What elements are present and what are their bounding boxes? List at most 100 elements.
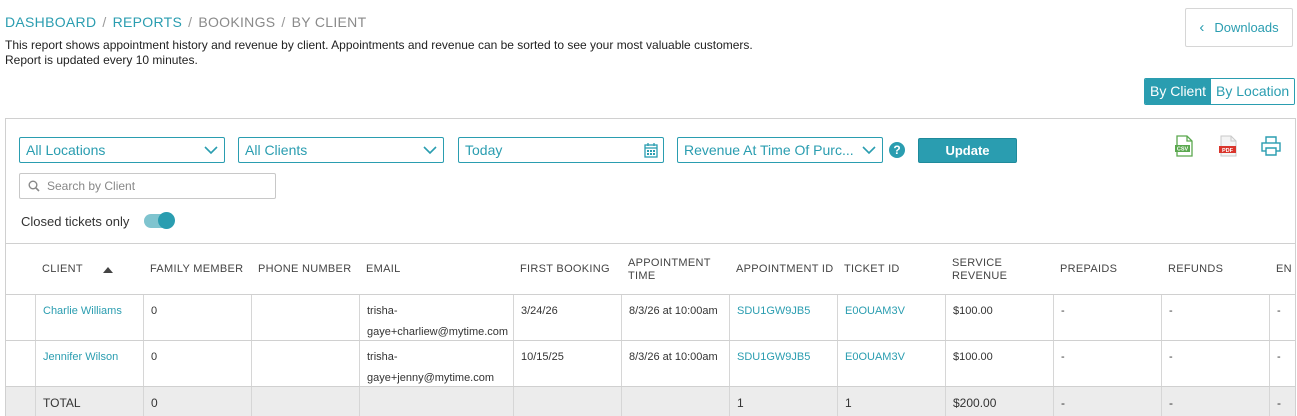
row-spacer-cell [6, 387, 35, 416]
client-name-link[interactable]: Charlie Williams [35, 295, 143, 340]
refunds-cell: - [1161, 341, 1269, 386]
locations-select-value: All Locations [26, 142, 106, 158]
sort-ascending-icon[interactable] [102, 266, 113, 273]
column-header-label: SERVICE [952, 256, 1003, 269]
pdf-export-icon[interactable]: PDF [1217, 135, 1239, 157]
table-total-row: TOTAL 0 1 1 $200.00 - - - [6, 387, 1295, 416]
downloads-button[interactable]: ‹ Downloads [1185, 8, 1293, 47]
by-client-toggle[interactable]: By Client [1145, 79, 1212, 104]
chevron-down-icon [423, 146, 437, 155]
report-panel: All Locations All Clients Today Revenue … [5, 118, 1296, 416]
phone-cell [251, 341, 359, 386]
update-button[interactable]: Update [918, 138, 1017, 163]
column-header-phone[interactable]: PHONE NUMBER [258, 244, 351, 295]
total-email [359, 387, 513, 416]
service-revenue-cell: $100.00 [945, 295, 1053, 340]
ticket-id-link[interactable]: E0OUAM3V [837, 295, 945, 340]
description-line-1: This report shows appointment history an… [5, 38, 753, 52]
svg-text:CSV: CSV [1177, 147, 1189, 153]
breadcrumb-dashboard[interactable]: DASHBOARD [5, 14, 96, 30]
description-line-2: Report is updated every 10 minutes. [5, 53, 198, 67]
column-header-label: REVENUE [952, 269, 1008, 282]
email-line: trisha- [367, 305, 398, 317]
locations-select[interactable]: All Locations [19, 137, 225, 163]
total-next: - [1269, 387, 1295, 416]
column-header-appointment-time[interactable]: APPOINTMENT TIME [628, 244, 711, 295]
total-phone [251, 387, 359, 416]
table-header: CLIENT FAMILY MEMBER PHONE NUMBER EMAIL … [6, 244, 1295, 295]
column-header-next[interactable]: EN [1276, 244, 1292, 295]
search-icon [28, 180, 40, 192]
family-member-cell: 0 [143, 341, 251, 386]
prepaids-cell: - [1053, 295, 1161, 340]
next-cell: - [1269, 295, 1295, 340]
column-header-client[interactable]: CLIENT [42, 244, 113, 295]
family-member-cell: 0 [143, 295, 251, 340]
column-header-first-booking[interactable]: FIRST BOOKING [520, 244, 610, 295]
closed-tickets-switch[interactable] [144, 212, 175, 229]
client-search-input[interactable]: Search by Client [19, 173, 276, 199]
column-header-label: APPOINTMENT [628, 256, 711, 269]
closed-tickets-label: Closed tickets only [21, 214, 130, 229]
appointment-time-cell: 8/3/26 at 10:00am [621, 341, 729, 386]
print-icon[interactable] [1260, 135, 1282, 157]
breadcrumb-bookings: BOOKINGS [198, 14, 276, 30]
ticket-id-link[interactable]: E0OUAM3V [837, 341, 945, 386]
clients-select[interactable]: All Clients [238, 137, 444, 163]
report-description: This report shows appointment history an… [5, 38, 753, 68]
prepaids-cell: - [1053, 341, 1161, 386]
total-appointment-id: 1 [729, 387, 837, 416]
email-line: gaye+charliew@mytime.com [367, 326, 509, 338]
appointment-time-cell: 8/3/26 at 10:00am [621, 295, 729, 340]
total-refunds: - [1161, 387, 1269, 416]
clients-select-value: All Clients [245, 142, 308, 158]
view-toggle: By Client By Location [1144, 78, 1296, 105]
total-prepaids: - [1053, 387, 1161, 416]
downloads-label: Downloads [1214, 20, 1279, 35]
revenue-mode-select-value: Revenue At Time Of Purc... [684, 142, 854, 158]
first-booking-cell: 3/24/26 [513, 295, 621, 340]
breadcrumb: DASHBOARD / REPORTS / BOOKINGS / BY CLIENT [5, 14, 366, 30]
help-icon[interactable]: ? [889, 142, 905, 158]
column-header-appointment-id[interactable]: APPOINTMENT ID [736, 244, 834, 295]
column-header-label: TIME [628, 269, 656, 282]
chevron-down-icon [204, 146, 218, 155]
column-header-label: CLIENT [42, 263, 83, 275]
appointment-id-link[interactable]: SDU1GW9JB5 [729, 341, 837, 386]
first-booking-cell: 10/15/25 [513, 341, 621, 386]
column-header-service-revenue[interactable]: SERVICE REVENUE [952, 244, 1007, 295]
phone-cell [251, 295, 359, 340]
breadcrumb-separator: / [281, 14, 286, 30]
total-first-booking [513, 387, 621, 416]
report-table: CLIENT FAMILY MEMBER PHONE NUMBER EMAIL … [6, 243, 1295, 416]
service-revenue-cell: $100.00 [945, 341, 1053, 386]
csv-export-icon[interactable]: CSV [1173, 135, 1195, 157]
refunds-cell: - [1161, 295, 1269, 340]
email-cell: trisha- gaye+charliew@mytime.com [359, 295, 513, 340]
total-family-member: 0 [143, 387, 251, 416]
breadcrumb-separator: / [102, 14, 107, 30]
column-header-refunds[interactable]: REFUNDS [1168, 244, 1223, 295]
table-row: Charlie Williams 0 trisha- gaye+charliew… [6, 295, 1295, 341]
column-header-prepaids[interactable]: PREPAIDS [1060, 244, 1117, 295]
breadcrumb-reports[interactable]: REPORTS [113, 14, 183, 30]
table-row: Jennifer Wilson 0 trisha- gaye+jenny@myt… [6, 341, 1295, 387]
breadcrumb-separator: / [188, 14, 193, 30]
search-placeholder: Search by Client [47, 179, 136, 193]
client-name-link[interactable]: Jennifer Wilson [35, 341, 143, 386]
column-header-family-member[interactable]: FAMILY MEMBER [150, 244, 243, 295]
email-cell: trisha- gaye+jenny@mytime.com [359, 341, 513, 386]
email-line: gaye+jenny@mytime.com [367, 372, 495, 384]
by-location-toggle[interactable]: By Location [1211, 79, 1295, 104]
column-header-ticket-id[interactable]: TICKET ID [844, 244, 900, 295]
chevron-left-icon: ‹ [1199, 19, 1205, 36]
revenue-mode-select[interactable]: Revenue At Time Of Purc... [677, 137, 883, 163]
date-picker-value: Today [465, 142, 503, 158]
column-header-email[interactable]: EMAIL [366, 244, 401, 295]
row-spacer-cell [6, 295, 35, 340]
total-label: TOTAL [35, 387, 143, 416]
row-spacer-cell [6, 341, 35, 386]
appointment-id-link[interactable]: SDU1GW9JB5 [729, 295, 837, 340]
date-picker[interactable]: Today [458, 137, 664, 163]
switch-knob [158, 212, 175, 229]
